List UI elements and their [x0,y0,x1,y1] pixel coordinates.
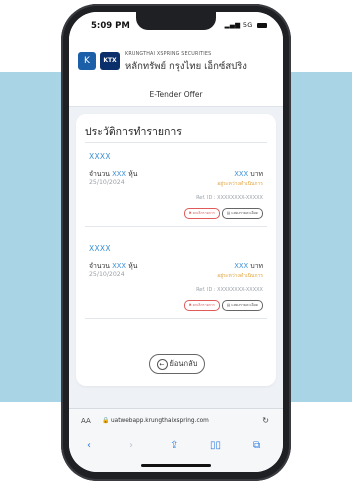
krungthai-logo: K [78,52,96,70]
signal-indicator: ▂▄▆ 5G [225,21,267,29]
phone-screen: 5:09 PM ▂▄▆ 5G K KTX KRUNGTHAI XSPRING S… [69,12,283,472]
back-button-label: ย้อนกลับ [169,359,198,368]
forward-icon[interactable]: › [129,440,133,451]
brand-header: K KTX KRUNGTHAI XSPRING SECURITIES หลักท… [69,40,283,85]
action-buttons: ✖ ยกเลิกรายการ ▤ แสดงรายละเอียด [183,300,263,311]
view-details-button[interactable]: ▤ แสดงรายละเอียด [221,208,263,219]
back-button[interactable]: ← ย้อนกลับ [149,354,205,374]
page-title: ประวัติการทำรายการ [85,126,182,138]
status-bar: 5:09 PM ▂▄▆ 5G [69,12,283,40]
transaction-item: XXXX จำนวน XXX หุ้น XXX บาท 25/10/2024 อ… [85,152,267,252]
item-divider [85,318,267,319]
status-label: อยู่ระหว่างดำเนินการ [217,273,263,279]
back-arrow-icon: ← [156,358,168,370]
reference-id: Ref. ID : XXXXXXXX-XXXXX [196,287,263,293]
title-divider [85,142,267,143]
battery-icon [257,22,267,28]
notch [136,12,216,30]
status-time: 5:09 PM [91,21,130,31]
tabs-icon[interactable]: ⧉ [253,440,260,451]
cancel-transaction-button[interactable]: ✖ ยกเลิกรายการ [183,300,220,311]
bookmarks-icon[interactable]: ▯▯ [210,440,221,451]
page-header: E-Tender Offer [69,84,283,107]
amount: XXX บาท [234,170,263,178]
network-label: 5G [242,21,253,29]
reference-id: Ref. ID : XXXXXXXX-XXXXX [196,195,263,201]
stock-code: XXXX [89,244,111,253]
brand-name-en: KRUNGTHAI XSPRING SECURITIES [125,52,212,57]
url-field[interactable]: uatwebapp.krungthaixspring.com [111,418,209,424]
ktx-logo: KTX [100,52,120,70]
brand-name-th: หลักทรัพย์ กรุงไทย เอ็กซ์สปริง [125,61,247,72]
item-divider [85,226,267,227]
action-buttons: ✖ ยกเลิกรายการ ▤ แสดงรายละเอียด [183,208,263,219]
share-quantity: จำนวน XXX หุ้น [89,170,138,178]
amount: XXX บาท [234,262,263,270]
status-label: อยู่ระหว่างดำเนินการ [217,181,263,187]
back-icon[interactable]: ‹ [87,440,91,451]
share-icon[interactable]: ⇪ [170,440,178,451]
transaction-date: 25/10/2024 [89,271,125,278]
lock-icon: 🔒 [102,417,110,424]
view-details-button[interactable]: ▤ แสดงรายละเอียด [221,300,263,311]
browser-url-bar: AA 🔒 uatwebapp.krungthaixspring.com ↻ [69,408,283,435]
transaction-item: XXXX จำนวน XXX หุ้น XXX บาท 25/10/2024 อ… [85,244,267,344]
transaction-date: 25/10/2024 [89,179,125,186]
reader-settings-button[interactable]: AA [81,417,91,425]
reload-icon[interactable]: ↻ [262,416,269,425]
home-indicator [141,464,211,467]
share-quantity: จำนวน XXX หุ้น [89,262,138,270]
stock-code: XXXX [89,152,111,161]
cancel-transaction-button[interactable]: ✖ ยกเลิกรายการ [183,208,220,219]
signal-icon: ▂▄▆ [224,21,241,29]
history-card: ประวัติการทำรายการ XXXX จำนวน XXX หุ้น X… [76,114,276,386]
